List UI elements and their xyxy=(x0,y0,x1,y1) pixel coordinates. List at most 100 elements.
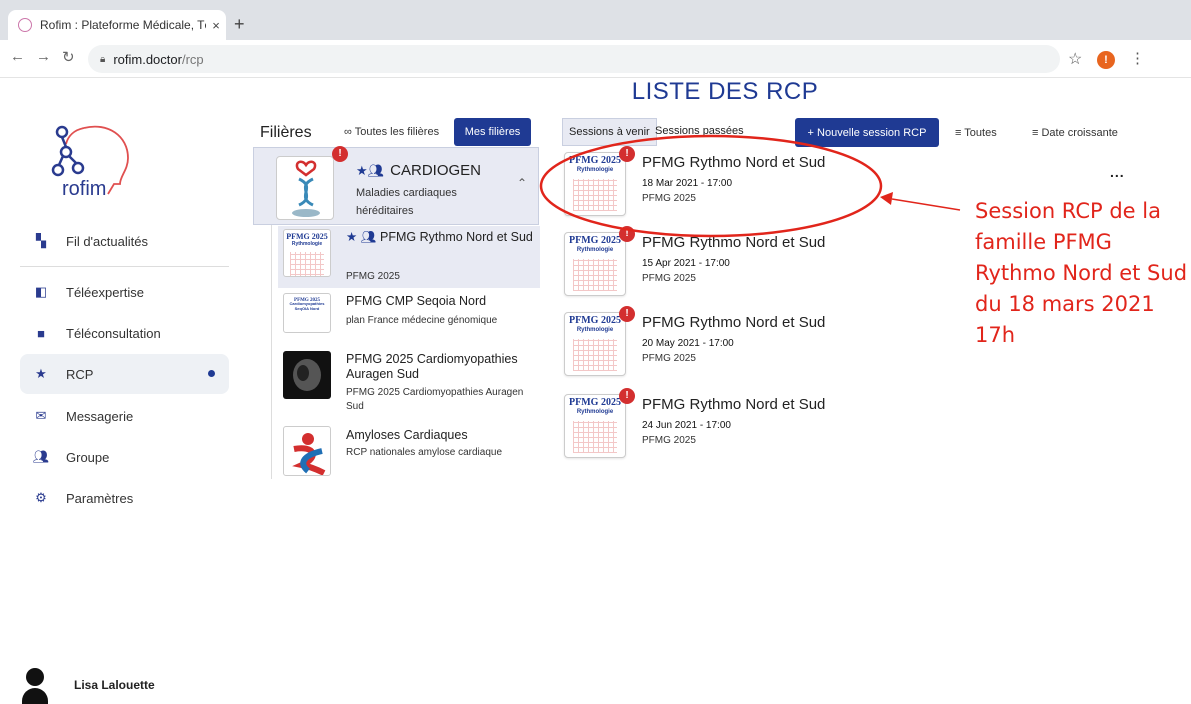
sidebar-divider xyxy=(20,266,229,267)
filiere-item-subtitle: plan France médecine génomique xyxy=(346,315,498,326)
user-profile[interactable]: Lisa Lalouette xyxy=(22,668,155,704)
sidebar-item-label: Paramètres xyxy=(66,490,134,506)
cardiogen-thumbnail xyxy=(276,156,334,220)
new-tab-button[interactable]: + xyxy=(234,14,245,35)
sidebar-item-messagerie[interactable]: ✉ Messagerie xyxy=(20,396,229,436)
ecg-grid-icon xyxy=(573,179,617,211)
filiere-item-subtitle: RCP nationales amylose cardiaque xyxy=(346,447,503,458)
folder-icon: ◧ xyxy=(34,284,48,299)
sidebar-item-fil[interactable]: ▚ Fil d'actualités xyxy=(20,221,229,261)
pfmg-thumbnail: PFMG 2025 Rythmologie xyxy=(564,312,626,376)
session-group: PFMG 2025 xyxy=(642,193,696,204)
tab-sessions-passees[interactable]: Sessions passées xyxy=(655,125,744,137)
address-bar: ← → ↻ 🔒︎ rofim.doctor/rcp ☆ ! ⋮ xyxy=(0,40,1191,78)
back-arrow-icon[interactable]: ← xyxy=(10,48,25,65)
bookmark-star-icon[interactable]: ☆ xyxy=(1068,49,1082,69)
sidebar-item-teleexpertise[interactable]: ◧ Téléexpertise xyxy=(20,272,229,312)
list-item[interactable]: PFMG 2025 Cardiomyopathies Auragen Sud P… xyxy=(278,348,540,420)
filiere-item-title: PFMG 2025 Cardiomyopathies Auragen Sud xyxy=(346,352,518,381)
star-group-icon: ★👥︎ xyxy=(356,163,385,178)
sidebar-item-label: RCP xyxy=(66,366,94,382)
url-path: /rcp xyxy=(181,51,204,67)
sidebar-item-teleconsultation[interactable]: ■ Téléconsultation xyxy=(20,313,229,353)
sidebar-item-parametres[interactable]: ⚙ Paramètres xyxy=(20,478,229,518)
lock-icon: 🔒︎ xyxy=(100,53,106,65)
forward-arrow-icon[interactable]: → xyxy=(36,48,51,65)
browser-tab-bar: Rofim : Plateforme Médicale, Té × + xyxy=(0,0,1191,40)
annotation-arrowhead xyxy=(880,192,893,205)
ecg-grid-icon xyxy=(573,259,617,291)
sidebar-item-groupe[interactable]: 👥︎ Groupe xyxy=(20,437,229,477)
pfmg-thumbnail: PFMG 2025 Rythmologie xyxy=(283,229,331,277)
session-row[interactable]: PFMG 2025 Rythmologie ! PFMG Rythmo Nord… xyxy=(562,306,862,380)
sidebar-item-label: Fil d'actualités xyxy=(66,233,148,249)
ecg-grid-icon xyxy=(290,252,324,276)
filiere-card-cardiogen[interactable]: ! ★👥︎ CARDIOGEN Maladies cardiaques héréd… xyxy=(253,146,539,225)
session-group: PFMG 2025 xyxy=(642,435,696,446)
dna-heart-icon xyxy=(292,160,320,217)
more-options-icon[interactable]: ... xyxy=(1110,164,1125,180)
session-date: 18 Mar 2021 - 17:00 xyxy=(642,178,733,189)
session-title: PFMG Rythmo Nord et Sud xyxy=(642,234,826,251)
list-item[interactable]: PFMG 2025 Rythmologie ★ 👥︎ PFMG Rythmo N… xyxy=(278,226,540,288)
session-group: PFMG 2025 xyxy=(642,273,696,284)
new-session-button[interactable]: + Nouvelle session RCP xyxy=(795,118,939,147)
pfmg-thumbnail: PFMG 2025 Rythmologie xyxy=(564,394,626,458)
star-group-icon: ★ 👥︎ xyxy=(346,230,381,244)
chevron-up-icon[interactable]: ⌃ xyxy=(517,176,527,190)
session-row[interactable]: PFMG 2025 Rythmologie ! PFMG Rythmo Nord… xyxy=(562,388,862,462)
sidebar-item-label: Groupe xyxy=(66,449,110,465)
sidebar-item-rcp[interactable]: ★ RCP xyxy=(20,354,229,394)
sidebar-item-label: Téléconsultation xyxy=(66,325,161,341)
browser-menu-icon[interactable]: ⋮ xyxy=(1130,49,1145,67)
annotation-arrow-line xyxy=(891,198,961,211)
session-row[interactable]: PFMG 2025 Rythmologie ! PFMG Rythmo Nord… xyxy=(562,226,862,300)
session-title: PFMG Rythmo Nord et Sud xyxy=(642,396,826,413)
annotation-text: Session RCP de la famille PFMG Rythmo No… xyxy=(975,199,1188,347)
sort-dropdown[interactable]: ≡ Date croissante xyxy=(1032,127,1118,139)
ecg-grid-icon xyxy=(573,421,617,453)
filter-icon: ≡ xyxy=(955,127,965,139)
list-item[interactable]: PFMG 2025 Cardiomyopathies SeqOIA Nord P… xyxy=(278,290,540,346)
url-field[interactable]: 🔒︎ rofim.doctor/rcp xyxy=(88,45,1060,73)
session-title: PFMG Rythmo Nord et Sud xyxy=(642,314,826,331)
amylose-logo-thumbnail xyxy=(283,426,331,476)
session-row[interactable]: PFMG 2025 Rythmologie ! PFMG Rythmo Nord… xyxy=(562,146,862,220)
filiere-item-title: PFMG CMP Seqoia Nord xyxy=(346,294,487,308)
list-item[interactable]: Amyloses Cardiaques RCP nationales amylo… xyxy=(278,424,540,480)
filter-dropdown[interactable]: ≡ Toutes xyxy=(955,127,997,139)
filiere-description: Maladies cardiaques héréditaires xyxy=(356,187,457,217)
reload-icon[interactable]: ↻ xyxy=(62,48,75,66)
browser-tab-title: Rofim : Plateforme Médicale, Té xyxy=(40,18,206,32)
close-tab-icon[interactable]: × xyxy=(206,18,226,33)
active-indicator-dot xyxy=(208,370,215,377)
notification-badge: ! xyxy=(619,388,635,404)
heart-scan-thumbnail xyxy=(283,351,331,399)
avatar xyxy=(22,668,48,704)
session-date: 24 Jun 2021 - 17:00 xyxy=(642,420,731,431)
mes-filieres-button[interactable]: Mes filières xyxy=(454,118,531,146)
profile-avatar[interactable]: ! xyxy=(1097,51,1115,69)
browser-tab[interactable]: Rofim : Plateforme Médicale, Té × xyxy=(8,10,226,40)
logo-text: rofim xyxy=(62,178,107,200)
gear-icon: ⚙ xyxy=(35,490,47,505)
tab-sessions-a-venir[interactable]: Sessions à venir xyxy=(562,118,657,146)
filieres-heading: Filières xyxy=(260,124,312,141)
ecg-grid-icon xyxy=(573,339,617,371)
session-title: PFMG Rythmo Nord et Sud xyxy=(642,154,826,171)
pfmg-thumbnail: PFMG 2025 Rythmologie xyxy=(564,232,626,296)
dashboard-icon: ▚ xyxy=(36,233,46,248)
pfmg-thumbnail: PFMG 2025 Cardiomyopathies SeqOIA Nord xyxy=(283,293,331,333)
session-date: 20 May 2021 - 17:00 xyxy=(642,338,734,349)
group-icon: 👥︎ xyxy=(32,449,50,464)
sidebar-item-label: Téléexpertise xyxy=(66,284,145,300)
filiere-item-title: Amyloses Cardiaques xyxy=(346,428,468,442)
session-date: 15 Apr 2021 - 17:00 xyxy=(642,258,730,269)
notification-badge: ! xyxy=(619,306,635,322)
mail-icon: ✉ xyxy=(35,408,47,423)
user-name: Lisa Lalouette xyxy=(74,678,155,692)
all-filieres-button[interactable]: ∞ Toutes les filières xyxy=(344,126,439,138)
page-title: LISTE DES RCP xyxy=(631,78,819,105)
session-group: PFMG 2025 xyxy=(642,353,696,364)
filiere-item-title: ★ 👥︎ PFMG Rythmo Nord et Sud xyxy=(346,230,533,244)
